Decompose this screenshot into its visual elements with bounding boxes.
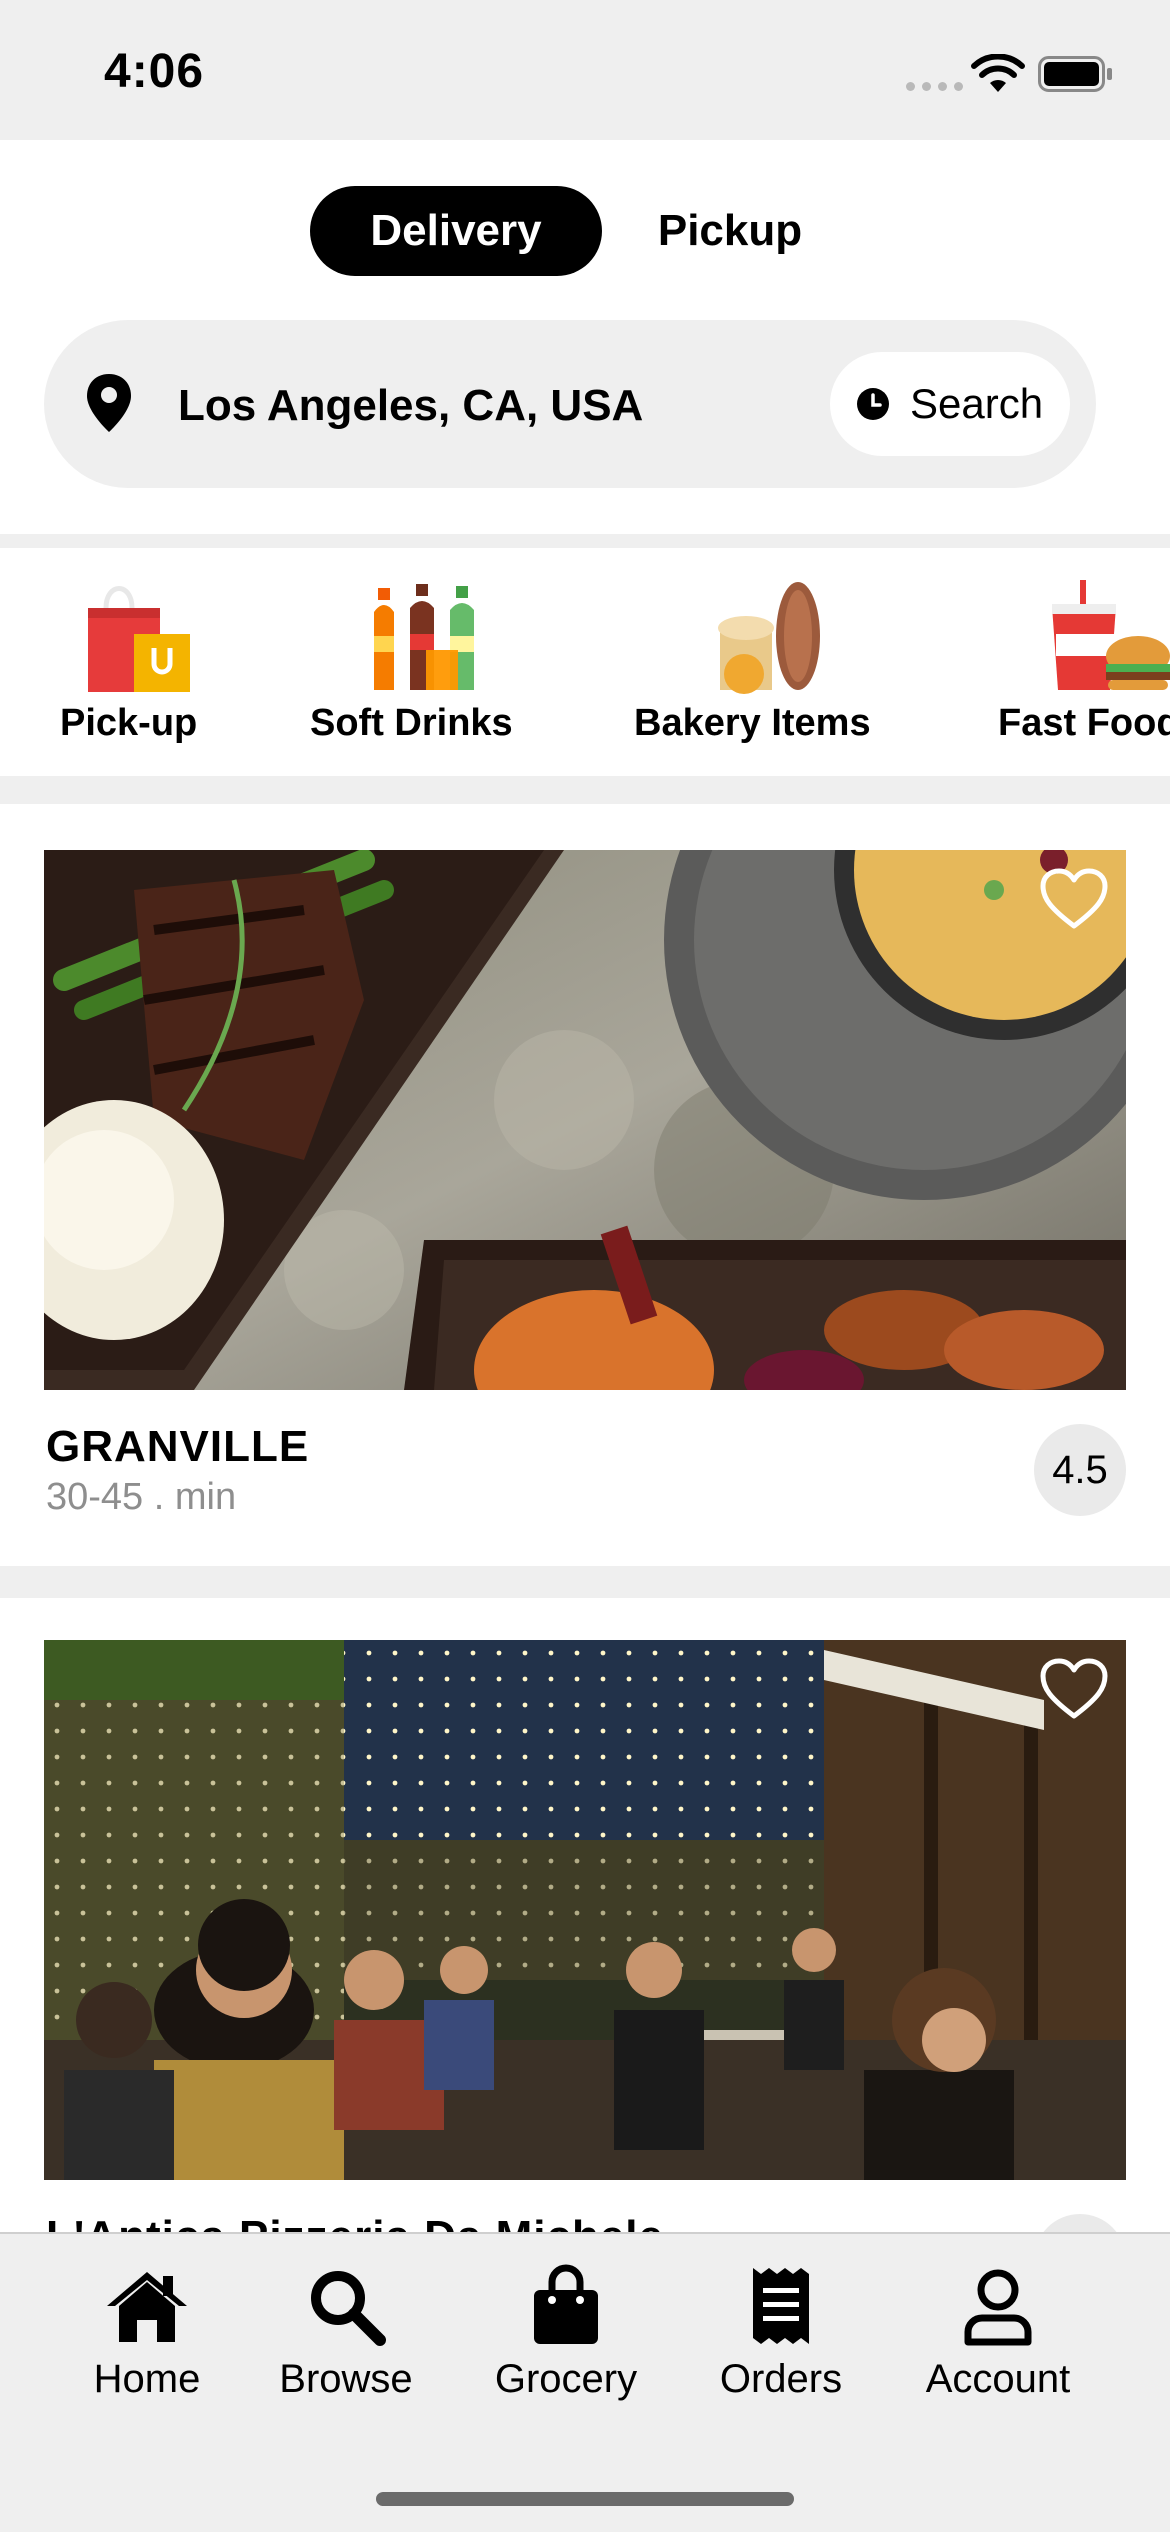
burger-drink-icon <box>1052 580 1170 690</box>
favorite-heart-icon[interactable] <box>1040 868 1108 930</box>
tab-label: Browse <box>279 2357 413 2401</box>
divider <box>0 1566 1170 1598</box>
category-label: Fast Food <box>998 702 1170 744</box>
cellular-signal-icon <box>906 82 963 91</box>
category-fast-food[interactable]: Fast Food <box>970 548 1170 776</box>
divider <box>0 776 1170 804</box>
location-pin-icon <box>87 374 131 432</box>
divider <box>0 534 1170 548</box>
category-label: Pick-up <box>60 702 198 744</box>
restaurant-delivery-time: 30-45 . min <box>46 1476 237 1518</box>
category-soft-drinks[interactable]: Soft Drinks <box>280 548 580 776</box>
account-icon <box>964 2269 1032 2346</box>
restaurant-photo[interactable] <box>44 850 1126 1390</box>
food-photo <box>44 850 1126 1390</box>
tab-label: Orders <box>719 2357 843 2401</box>
restaurant-patio-photo <box>44 1640 1126 2180</box>
search-icon <box>311 2271 386 2346</box>
delivery-toggle[interactable]: Delivery <box>310 186 602 276</box>
tab-browse[interactable]: Browse <box>246 2264 446 2414</box>
status-time: 4:06 <box>104 45 205 98</box>
pickup-toggle[interactable]: Pickup <box>612 186 848 276</box>
bread-icon <box>718 582 820 694</box>
soda-bottles-icon <box>374 584 474 690</box>
category-strip[interactable]: Pick-up Soft Drinks Bakery Items Fast Fo… <box>0 548 1170 776</box>
search-button[interactable]: Search <box>830 352 1070 456</box>
tab-label: Grocery <box>494 2357 638 2401</box>
restaurant-rating-badge: 4.5 <box>1034 1424 1126 1516</box>
location-text[interactable]: Los Angeles, CA, USA <box>178 378 643 434</box>
shopping-bags-icon <box>88 586 190 692</box>
tab-grocery[interactable]: Grocery <box>466 2264 666 2414</box>
status-bar: 4:06 <box>0 0 1170 140</box>
clock-icon <box>857 388 889 420</box>
tab-account[interactable]: Account <box>898 2264 1098 2414</box>
grocery-bag-icon <box>534 2264 598 2344</box>
restaurant-photo[interactable] <box>44 1640 1126 2180</box>
search-button-label: Search <box>910 380 1044 427</box>
home-indicator <box>376 2492 794 2506</box>
tab-orders[interactable]: Orders <box>681 2264 881 2414</box>
tab-label: Account <box>925 2357 1071 2401</box>
bottom-tab-bar: Home Browse Grocery Orders Account <box>0 2232 1170 2532</box>
tab-home[interactable]: Home <box>47 2264 247 2414</box>
category-bakery-items[interactable]: Bakery Items <box>610 548 940 776</box>
home-icon <box>107 2272 187 2342</box>
receipt-icon <box>753 2268 809 2344</box>
restaurant-name[interactable]: GRANVILLE <box>46 1420 309 1474</box>
category-label: Bakery Items <box>634 702 871 744</box>
favorite-heart-icon[interactable] <box>1040 1658 1108 1720</box>
category-label: Soft Drinks <box>310 702 513 744</box>
wifi-icon <box>971 54 1025 92</box>
tab-label: Home <box>93 2357 201 2401</box>
category-pick-up[interactable]: Pick-up <box>0 548 280 776</box>
battery-icon <box>1038 56 1112 92</box>
